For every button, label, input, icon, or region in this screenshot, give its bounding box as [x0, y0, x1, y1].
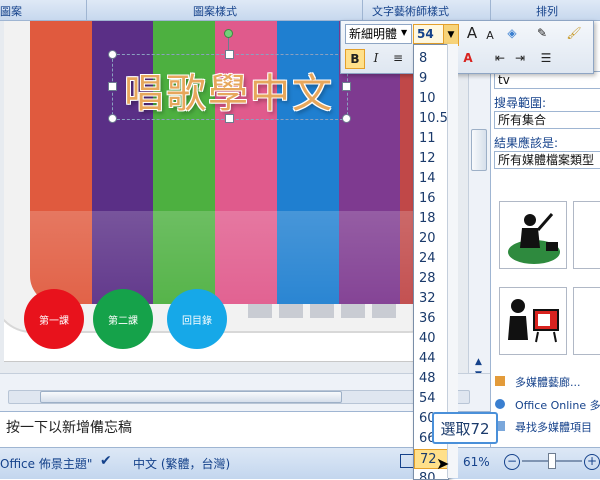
instruction-callout: 選取72	[432, 412, 498, 444]
spellcheck-icon[interactable]: ✔	[100, 453, 112, 469]
increase-indent-icon[interactable]: ⇥	[511, 49, 529, 67]
mini-toolbar: 新細明體 ▼ 54 ▼ A A ◈ ✎ 🖌 B I ≡ A ⇤ ⇥ ☰	[340, 20, 594, 74]
fill-color-icon[interactable]: ◈	[503, 24, 521, 42]
vertical-scroll-thumb[interactable]	[471, 129, 487, 171]
shrink-font-button[interactable]: A	[481, 26, 499, 44]
ribbon-divider	[490, 0, 491, 20]
font-size-option[interactable]: 18	[414, 209, 448, 229]
align-left-icon[interactable]: ≡	[389, 49, 407, 67]
font-size-option[interactable]: 12	[414, 149, 448, 169]
font-size-option[interactable]: 32	[414, 289, 448, 309]
result-type-label: 結果應該是:	[494, 136, 559, 150]
font-size-option[interactable]: 24	[414, 249, 448, 269]
font-size-option[interactable]: 54	[414, 389, 448, 409]
clip-result-partial-1[interactable]	[573, 201, 600, 269]
tv-gloss	[30, 211, 456, 304]
search-scope-select[interactable]: 所有集合	[494, 111, 600, 129]
resize-handle[interactable]	[225, 50, 234, 59]
lesson-two-button[interactable]: 第二課	[93, 289, 153, 349]
clip-results-grid[interactable]	[497, 195, 600, 391]
search-scope-label: 搜尋範圍:	[494, 96, 547, 110]
decor-block	[341, 304, 365, 318]
clip-result-partial-2[interactable]	[573, 287, 600, 355]
font-color-icon[interactable]: A	[459, 49, 477, 67]
font-size-option[interactable]: 11	[414, 129, 448, 149]
clip-result-businessman[interactable]	[499, 201, 567, 269]
resize-handle[interactable]	[225, 114, 234, 123]
rotation-handle[interactable]	[224, 29, 233, 38]
format-painter-icon[interactable]: 🖌	[565, 24, 583, 42]
font-size-option[interactable]: 48	[414, 369, 448, 389]
businessman-icon	[508, 213, 560, 264]
line-color-icon[interactable]: ✎	[533, 24, 551, 42]
font-size-option[interactable]: 20	[414, 229, 448, 249]
font-size-option[interactable]: 44	[414, 349, 448, 369]
font-size-option[interactable]: 36	[414, 309, 448, 329]
horizontal-scroll-thumb[interactable]	[40, 391, 342, 403]
font-size-option[interactable]: 40	[414, 329, 448, 349]
italic-button[interactable]: I	[367, 49, 385, 67]
office-online-link[interactable]: Office Online 多	[515, 397, 600, 413]
lesson-one-button[interactable]: 第一課	[24, 289, 84, 349]
slide-title-wordart[interactable]: 唱歌學中文	[112, 61, 346, 119]
font-size-option[interactable]: 10	[414, 89, 448, 109]
resize-handle[interactable]	[108, 114, 117, 123]
bullets-icon[interactable]: ☰	[537, 49, 555, 67]
grow-font-button[interactable]: A	[463, 24, 481, 42]
status-bar: Office 佈景主題" ✔ 中文 (繁體，台灣) 61% − +	[0, 447, 600, 479]
resize-handle[interactable]	[108, 50, 117, 59]
find-clips-link[interactable]: 尋找多媒體項目	[515, 419, 592, 435]
tv-person-icon	[508, 299, 559, 343]
notes-placeholder[interactable]: 按一下以新增備忘稿	[6, 417, 132, 437]
resize-handle[interactable]	[342, 114, 351, 123]
normal-view-icon[interactable]	[400, 454, 414, 468]
ribbon: 圖案 圖案樣式 文字藝術師樣式 排列	[0, 0, 600, 21]
decrease-indent-icon[interactable]: ⇤	[491, 49, 509, 67]
ribbon-group-partial: 圖案	[0, 5, 22, 18]
resize-handle[interactable]	[342, 82, 351, 91]
font-size-option[interactable]: 16	[414, 189, 448, 209]
result-type-select[interactable]: 所有媒體檔案類型	[494, 151, 600, 169]
language-indicator[interactable]: 中文 (繁體，台灣)	[133, 455, 230, 472]
ribbon-divider	[86, 0, 87, 20]
font-size-option[interactable]: 28	[414, 269, 448, 289]
zoom-in-icon[interactable]: +	[584, 454, 600, 470]
font-name-arrow-icon[interactable]: ▼	[401, 28, 407, 37]
font-size-option[interactable]: 8	[414, 49, 448, 69]
scroll-up-double-icon[interactable]: ▲	[475, 357, 482, 367]
ribbon-divider	[362, 0, 363, 20]
mouse-cursor-icon: ➤	[436, 454, 450, 473]
zoom-out-icon[interactable]: −	[504, 454, 520, 470]
theme-name[interactable]: Office 佈景主題"	[0, 455, 92, 472]
ribbon-group-arrange[interactable]: 排列	[536, 3, 558, 19]
decor-block	[279, 304, 303, 318]
decor-block	[248, 304, 272, 318]
resize-handle[interactable]	[108, 82, 117, 91]
slide-vertical-scrollbar[interactable]: ▲ ▼	[468, 21, 491, 394]
font-size-option[interactable]: 10.5	[414, 109, 448, 129]
clip-result-tv-person[interactable]	[499, 287, 567, 355]
font-size-option[interactable]: 9	[414, 69, 448, 89]
zoom-slider-thumb[interactable]	[548, 453, 556, 469]
ribbon-group-wordart[interactable]: 文字藝術師樣式	[372, 3, 449, 19]
font-size-dropdown-arrow-icon[interactable]: ▼	[443, 24, 459, 46]
bold-button[interactable]: B	[345, 49, 365, 69]
organizer-link[interactable]: 多媒體藝廊...	[515, 374, 581, 390]
zoom-level[interactable]: 61%	[463, 455, 490, 469]
decor-block	[310, 304, 334, 318]
font-size-box[interactable]: 54	[413, 24, 446, 44]
decor-block	[372, 304, 396, 318]
font-size-option[interactable]: 14	[414, 169, 448, 189]
organizer-icon	[495, 376, 505, 386]
online-globe-icon	[495, 399, 505, 409]
ribbon-group-picture-style[interactable]: 圖案樣式	[193, 3, 237, 19]
back-to-menu-button[interactable]: 回目錄	[167, 289, 227, 349]
clip-art-pane: tv 搜尋範圍: 所有集合 結果應該是: 所有媒體檔案類型 多媒體藝廊... O…	[490, 21, 600, 447]
